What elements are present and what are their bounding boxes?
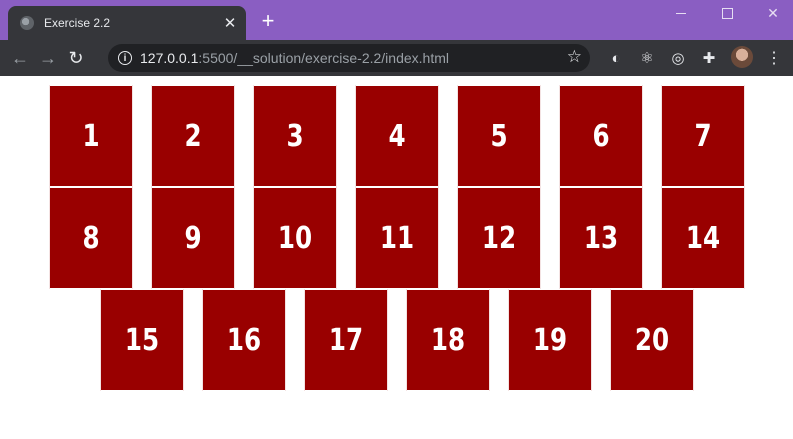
number-box-label: 8 [82, 220, 100, 256]
tab-strip: Exercise 2.2 ✕ + ✕ [0, 0, 793, 40]
number-box-label: 15 [124, 322, 160, 358]
number-box-label: 11 [379, 220, 415, 256]
new-tab-button[interactable]: + [256, 9, 280, 33]
number-box: 1 [49, 85, 133, 187]
bookmark-star-icon[interactable]: ☆ [567, 47, 582, 67]
number-box: 10 [253, 187, 337, 289]
page-content: 1 2 3 4 5 6 7 8 9 10 11 12 13 14 15 16 17 18 19 20 [0, 76, 793, 439]
number-box-label: 6 [592, 118, 610, 154]
close-window-button[interactable]: ✕ [750, 0, 793, 26]
number-box: 2 [151, 85, 235, 187]
number-box: 20 [610, 289, 694, 391]
url-host: 127.0.0.1 [140, 50, 199, 66]
number-box-label: 13 [583, 220, 619, 256]
number-box-label: 14 [685, 220, 721, 256]
number-box-label: 17 [328, 322, 364, 358]
number-box: 16 [202, 289, 286, 391]
number-box: 14 [661, 187, 745, 289]
maximize-button[interactable] [704, 0, 750, 26]
url-path: :5500/__solution/exercise-2.2/index.html [198, 50, 449, 66]
target-extension-icon[interactable]: ◎ [667, 47, 689, 69]
react-devtools-icon[interactable]: ⚛ [636, 47, 658, 69]
number-box: 12 [457, 187, 541, 289]
more-menu-icon[interactable]: ⋮ [764, 47, 784, 69]
number-box: 17 [304, 289, 388, 391]
number-box: 5 [457, 85, 541, 187]
number-box-label: 18 [430, 322, 466, 358]
number-box-label: 12 [481, 220, 517, 256]
number-box: 4 [355, 85, 439, 187]
number-box: 11 [355, 187, 439, 289]
number-box-label: 3 [286, 118, 304, 154]
number-box: 9 [151, 187, 235, 289]
forward-arrow-icon[interactable]: → [34, 44, 62, 72]
number-box-label: 16 [226, 322, 262, 358]
maximize-icon [721, 7, 733, 19]
tab-title: Exercise 2.2 [44, 16, 111, 30]
number-box-label: 20 [634, 322, 670, 358]
minimize-icon [676, 12, 686, 14]
number-box-label: 9 [184, 220, 202, 256]
minimize-button[interactable] [658, 0, 704, 26]
number-box-label: 7 [694, 118, 712, 154]
number-box: 13 [559, 187, 643, 289]
number-box: 15 [100, 289, 184, 391]
reload-icon[interactable]: ↻ [62, 44, 90, 72]
number-box: 7 [661, 85, 745, 187]
number-box: 3 [253, 85, 337, 187]
back-arrow-icon[interactable]: ← [6, 44, 34, 72]
profile-avatar[interactable] [731, 46, 753, 68]
number-box: 6 [559, 85, 643, 187]
number-box-label: 1 [82, 118, 100, 154]
puzzle-extensions-icon[interactable]: ✚ [698, 47, 720, 69]
extension-icon[interactable]: ◐ [605, 47, 627, 69]
info-icon[interactable]: i [118, 51, 132, 65]
box-grid: 1 2 3 4 5 6 7 8 9 10 11 12 13 14 15 16 17 18 19 20 [40, 85, 754, 391]
browser-tab[interactable]: Exercise 2.2 ✕ [8, 6, 246, 40]
address-bar[interactable]: i 127.0.0.1:5500/__solution/exercise-2.2… [108, 44, 590, 72]
number-box: 8 [49, 187, 133, 289]
browser-toolbar: ← → ↻ i 127.0.0.1:5500/__solution/exerci… [0, 40, 793, 76]
number-box: 19 [508, 289, 592, 391]
number-box-label: 2 [184, 118, 202, 154]
number-box-label: 19 [532, 322, 568, 358]
number-box-label: 10 [277, 220, 313, 256]
number-box-label: 5 [490, 118, 508, 154]
globe-icon [20, 16, 34, 30]
number-box-label: 4 [388, 118, 406, 154]
number-box: 18 [406, 289, 490, 391]
close-tab-icon[interactable]: ✕ [220, 13, 240, 33]
